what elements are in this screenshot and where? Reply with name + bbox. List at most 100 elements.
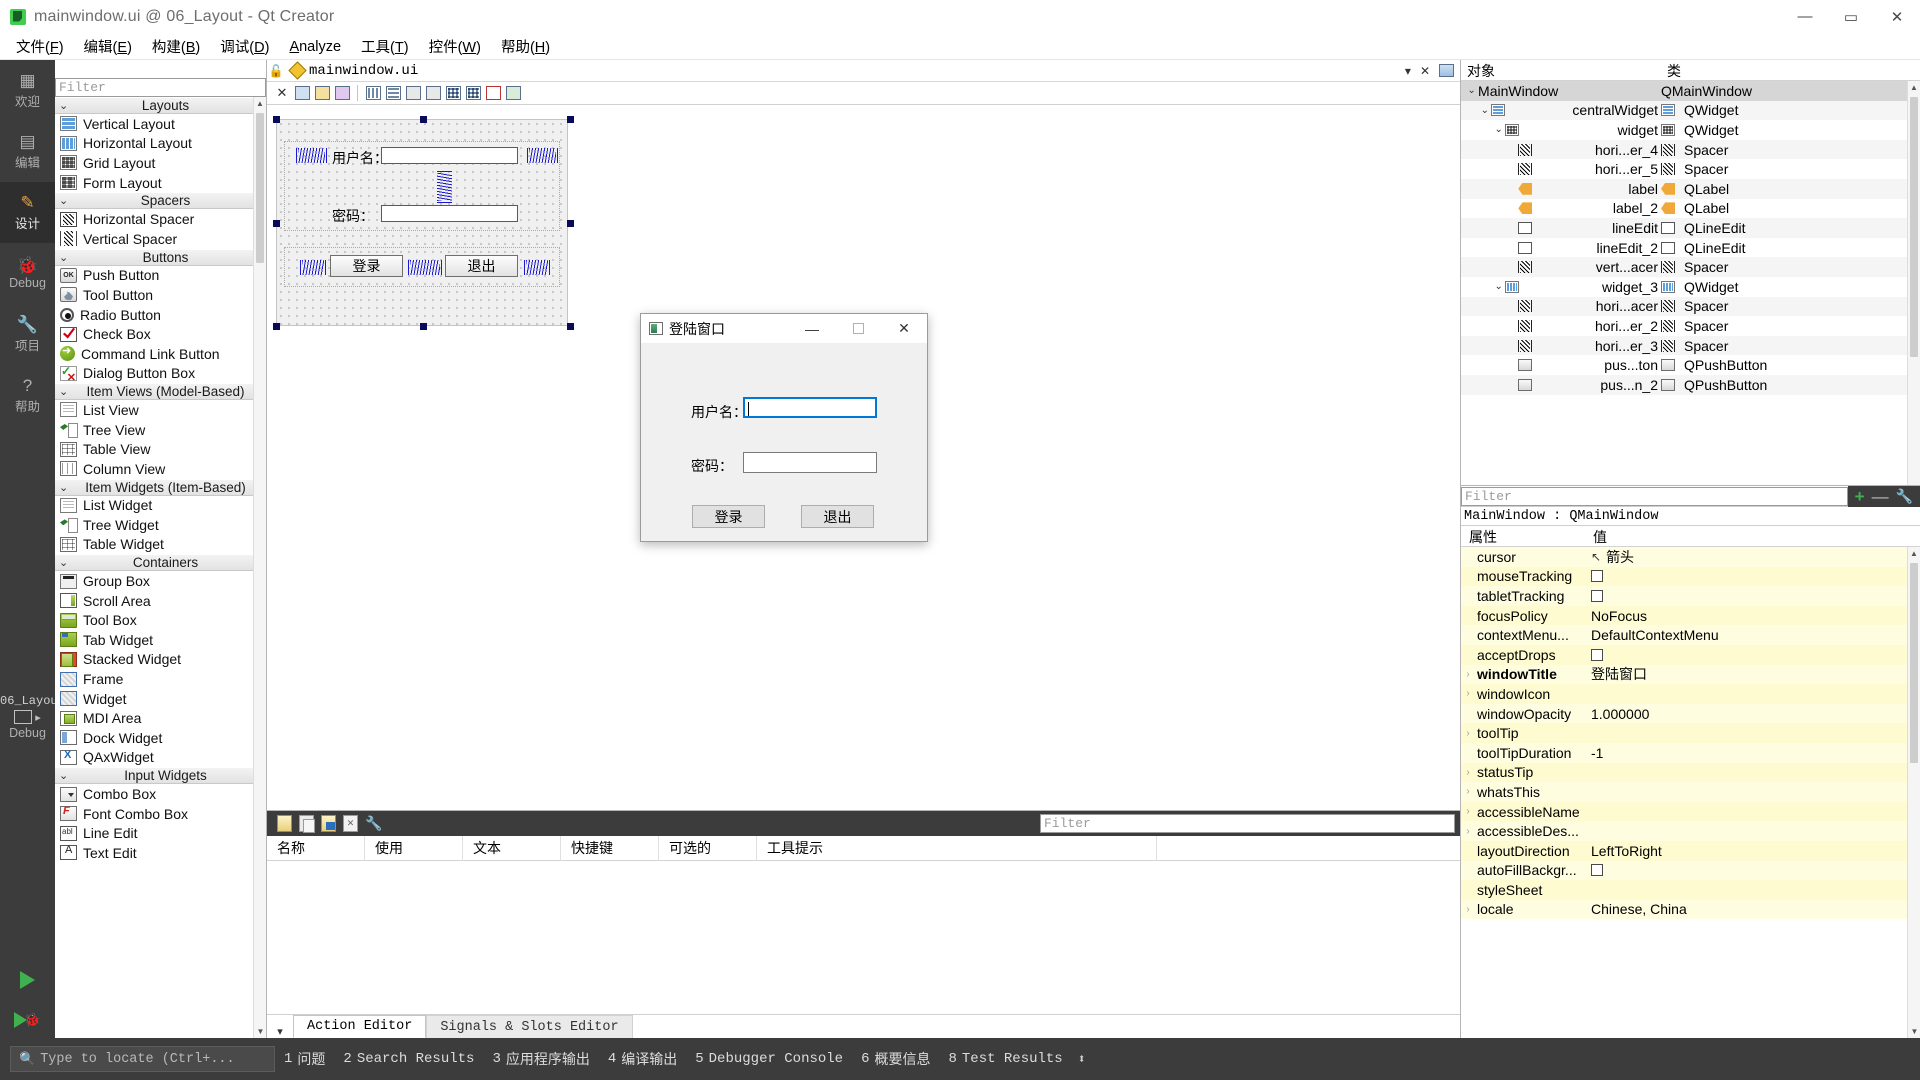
mode-bug[interactable]: 🐞 Debug xyxy=(0,243,55,304)
property-value-cell[interactable]: 登陆窗口 xyxy=(1585,664,1920,684)
form-username-lineedit[interactable] xyxy=(381,147,518,164)
form-horizontal-spacer-4[interactable] xyxy=(296,148,327,163)
add-property-icon[interactable]: + xyxy=(1855,488,1865,505)
property-row[interactable]: tabletTracking xyxy=(1461,586,1920,606)
property-value-cell[interactable]: LeftToRight xyxy=(1585,843,1920,859)
selection-handle-tm[interactable] xyxy=(420,116,427,123)
property-checkbox[interactable] xyxy=(1591,864,1603,877)
chevron-down-icon[interactable]: ⌄ xyxy=(1465,85,1478,96)
scrollbar-thumb[interactable] xyxy=(1910,563,1918,763)
object-tree-scrollbar[interactable]: ▲ xyxy=(1907,81,1920,485)
form-login-button[interactable]: 登录 xyxy=(330,255,403,277)
locator-input[interactable]: 🔍 Type to locate (Ctrl+... xyxy=(10,1046,275,1072)
property-row[interactable]: contextMenu... DefaultContextMenu xyxy=(1461,625,1920,645)
selection-handle-tl[interactable] xyxy=(273,116,280,123)
widget-category-item-widgets-item-based[interactable]: ⌄ Item Widgets (Item-Based) xyxy=(55,478,266,496)
widget-item-table-widget[interactable]: Table Widget xyxy=(55,535,266,555)
property-row[interactable]: mouseTracking xyxy=(1461,566,1920,587)
open-file-tab[interactable]: mainwindow.ui xyxy=(285,61,424,80)
mode-question[interactable]: ? 帮助 xyxy=(0,365,55,426)
widget-category-layouts[interactable]: ⌄ Layouts xyxy=(55,97,266,114)
copy-action-icon[interactable] xyxy=(299,815,315,833)
preview-username-input[interactable] xyxy=(743,397,877,418)
close-button[interactable]: ✕ xyxy=(1874,0,1920,34)
edit-action-icon[interactable] xyxy=(321,815,336,832)
object-tree-row[interactable]: lineEdit QLineEdit xyxy=(1461,218,1920,238)
object-tree-row[interactable]: pus...n_2 QPushButton xyxy=(1461,374,1920,395)
layout-splitter-v-icon[interactable] xyxy=(424,84,442,102)
chevron-right-icon[interactable]: › xyxy=(1461,688,1475,699)
action-table-body[interactable] xyxy=(267,861,1460,1038)
output-pane-1[interactable]: 1 问题 xyxy=(275,1049,334,1069)
widget-item-dialog-button-box[interactable]: Dialog Button Box xyxy=(55,364,266,384)
chevron-right-icon[interactable]: › xyxy=(1461,767,1475,778)
widget-item-column-view[interactable]: Column View xyxy=(55,459,266,479)
object-tree-row[interactable]: label_2 QLabel xyxy=(1461,199,1920,219)
property-row[interactable]: layoutDirection LeftToRight xyxy=(1461,840,1920,861)
widget-item-tool-button[interactable]: Tool Button xyxy=(55,285,266,305)
edit-signals-slots-icon[interactable] xyxy=(293,84,311,102)
menu-item-7[interactable]: 控件(W) xyxy=(419,33,491,60)
widget-category-input-widgets[interactable]: ⌄ Input Widgets xyxy=(55,767,266,785)
property-row[interactable]: windowOpacity 1.000000 xyxy=(1461,703,1920,724)
menu-item-4[interactable]: 调试(D) xyxy=(210,33,279,60)
property-row[interactable]: focusPolicy NoFocus xyxy=(1461,605,1920,626)
property-value-cell[interactable] xyxy=(1585,570,1920,583)
menu-item-3[interactable]: 构建(B) xyxy=(142,33,210,60)
property-value-cell[interactable]: DefaultContextMenu xyxy=(1585,627,1920,643)
action-header-5[interactable]: 可选的 xyxy=(659,835,757,861)
property-row[interactable]: › whatsThis xyxy=(1461,782,1920,802)
widget-item-font-combo-box[interactable]: Font Combo Box xyxy=(55,804,266,824)
preview-maximize-button[interactable] xyxy=(835,314,881,343)
selection-handle-ml[interactable] xyxy=(273,220,280,227)
action-header-1[interactable]: 名称 xyxy=(267,835,365,861)
form-vertical-spacer[interactable] xyxy=(437,171,452,203)
scrollbar-thumb[interactable] xyxy=(256,113,264,263)
property-checkbox[interactable] xyxy=(1591,648,1603,661)
widget-item-list-view[interactable]: List View xyxy=(55,400,266,420)
output-pane-2[interactable]: 2 Search Results xyxy=(334,1051,483,1067)
form-username-label[interactable]: 用户名： xyxy=(332,148,388,168)
mode-pencil[interactable]: ✎ 设计 xyxy=(0,182,55,243)
output-pane-6[interactable]: 6 概要信息 xyxy=(852,1049,939,1069)
object-tree-row[interactable]: ⌄ centralWidget QWidget xyxy=(1461,100,1920,121)
menu-item-6[interactable]: 工具(T) xyxy=(351,33,419,60)
selection-handle-tr[interactable] xyxy=(567,116,574,123)
selection-handle-bm[interactable] xyxy=(420,323,427,330)
property-value-cell[interactable] xyxy=(1585,648,1920,661)
form-password-lineedit[interactable] xyxy=(381,205,518,222)
action-header-6[interactable]: 工具提示 xyxy=(757,835,1157,861)
minimize-button[interactable]: — xyxy=(1782,0,1828,34)
form-horizontal-spacer-b3[interactable] xyxy=(524,260,550,275)
object-tree-row[interactable]: hori...er_2 Spacer xyxy=(1461,316,1920,336)
object-tree-row[interactable]: ⌄ widget QWidget xyxy=(1461,120,1920,140)
close-editor-icon[interactable]: ✕ xyxy=(1420,64,1430,78)
layout-form-icon[interactable] xyxy=(444,84,462,102)
preview-minimize-button[interactable]: — xyxy=(789,314,835,343)
object-tree-row[interactable]: ⌄ widget_3 QWidget xyxy=(1461,277,1920,297)
widget-item-scroll-area[interactable]: Scroll Area xyxy=(55,591,266,611)
mode-grid[interactable]: ▦ 欢迎 xyxy=(0,60,55,121)
object-tree-row[interactable]: lineEdit_2 QLineEdit xyxy=(1461,238,1920,258)
object-tree-row[interactable]: pus...ton QPushButton xyxy=(1461,355,1920,375)
widget-item-stacked-widget[interactable]: Stacked Widget xyxy=(55,650,266,670)
property-row[interactable]: toolTipDuration -1 xyxy=(1461,742,1920,763)
lock-icon[interactable]: 🔓 xyxy=(267,64,285,78)
layout-grid-icon[interactable] xyxy=(464,84,482,102)
property-value-cell[interactable] xyxy=(1585,589,1920,602)
chevron-down-icon[interactable]: ▾ xyxy=(1405,64,1411,78)
widget-item-dock-widget[interactable]: Dock Widget xyxy=(55,728,266,748)
object-tree-row[interactable]: label QLabel xyxy=(1461,178,1920,199)
widget-item-horizontal-spacer[interactable]: Horizontal Spacer xyxy=(55,209,266,229)
output-pane-selector-icon[interactable]: ⬍ xyxy=(1072,1052,1092,1067)
designed-form[interactable]: 用户名： 密码： 登录 退出 xyxy=(273,116,574,330)
widget-item-frame[interactable]: Frame xyxy=(55,669,266,689)
property-row[interactable]: acceptDrops xyxy=(1461,644,1920,665)
mode-wrench[interactable]: 🔧 项目 xyxy=(0,304,55,365)
widget-box-list[interactable]: ⌄ Layouts Vertical Layout Horizontal Layout… xyxy=(55,97,266,1038)
output-pane-3[interactable]: 3 应用程序输出 xyxy=(483,1049,598,1069)
action-header-4[interactable]: 快捷键 xyxy=(561,835,659,861)
widget-item-horizontal-layout[interactable]: Horizontal Layout xyxy=(55,134,266,154)
action-settings-icon[interactable]: 🔧 xyxy=(365,815,382,832)
property-row[interactable]: cursor ↖ 箭头 xyxy=(1461,547,1920,567)
